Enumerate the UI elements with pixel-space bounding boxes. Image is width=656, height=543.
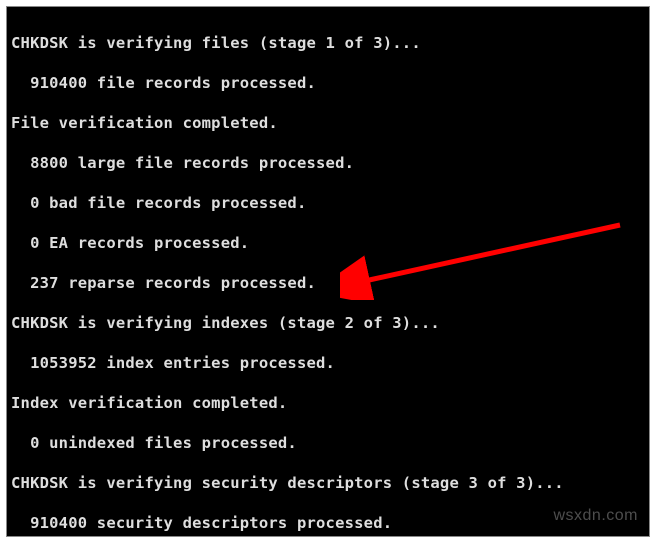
console-line: CHKDSK is verifying files (stage 1 of 3)… [11,33,645,53]
console-line: 1053952 index entries processed. [11,353,645,373]
console-line: 237 reparse records processed. [11,273,645,293]
watermark-text: wsxdn.com [553,507,638,525]
console-line: 0 EA records processed. [11,233,645,253]
console-line: 8800 large file records processed. [11,153,645,173]
screenshot-frame: CHKDSK is verifying files (stage 1 of 3)… [0,0,656,543]
console-line: CHKDSK is verifying indexes (stage 2 of … [11,313,645,333]
console-line: 910400 file records processed. [11,73,645,93]
console-line: 0 unindexed files processed. [11,433,645,453]
console-line: 0 bad file records processed. [11,193,645,213]
console-line: CHKDSK is verifying security descriptors… [11,473,645,493]
console-line: File verification completed. [11,113,645,133]
chkdsk-console-output: CHKDSK is verifying files (stage 1 of 3)… [6,6,650,537]
console-line: Index verification completed. [11,393,645,413]
console-line: 910400 security descriptors processed. [11,513,645,533]
